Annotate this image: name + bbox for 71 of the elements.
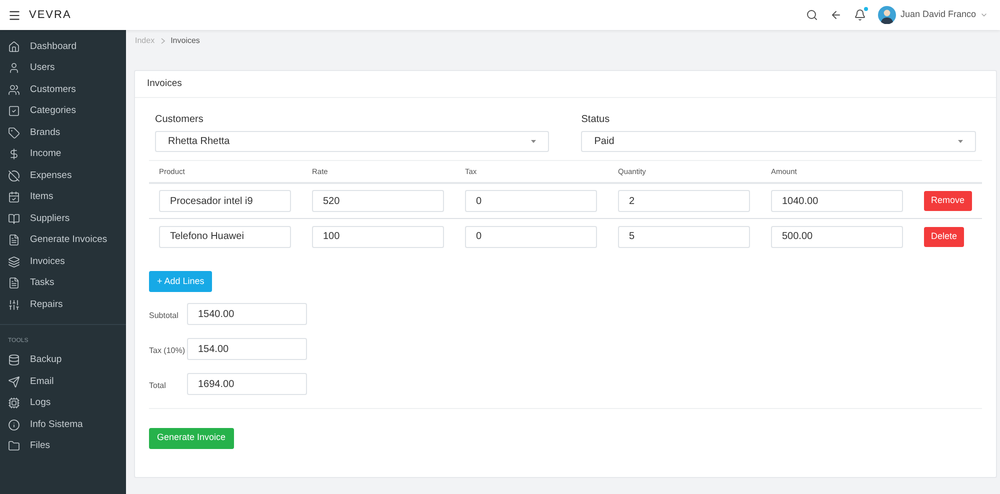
total-label: Subtotal bbox=[149, 310, 180, 322]
sidebar-item[interactable]: Repairs bbox=[0, 294, 126, 316]
sidebar-item[interactable]: Customers bbox=[0, 79, 126, 100]
total-field[interactable]: 154.00 bbox=[187, 338, 307, 360]
sidebar-item[interactable]: Expenses bbox=[0, 165, 126, 186]
back-arrow-icon[interactable] bbox=[830, 9, 842, 21]
users-icon bbox=[8, 84, 20, 96]
chevron-down-icon[interactable] bbox=[980, 11, 988, 19]
field-label: Customers bbox=[155, 113, 204, 127]
input-field[interactable]: 5 bbox=[618, 226, 750, 248]
sidebar-item[interactable]: Generate Invoices bbox=[0, 230, 126, 251]
input-field[interactable]: 0 bbox=[465, 226, 597, 248]
sidebar-item[interactable]: Info Sistema bbox=[0, 414, 126, 436]
caret-icon bbox=[958, 140, 963, 143]
sidebar-item[interactable]: Users bbox=[0, 58, 126, 79]
sidebar-item[interactable]: Categories bbox=[0, 100, 126, 122]
bell-icon[interactable] bbox=[854, 9, 866, 21]
sidebar-item[interactable]: Dashboard bbox=[0, 36, 126, 58]
field-label: Status bbox=[581, 113, 611, 127]
card-title: Invoices bbox=[135, 71, 996, 98]
delete-button[interactable]: Delete bbox=[924, 226, 964, 246]
sidebar-item[interactable]: Income bbox=[0, 144, 126, 165]
search-icon[interactable] bbox=[806, 9, 818, 21]
select-field[interactable]: Rhetta Rhetta bbox=[155, 131, 550, 152]
book-icon bbox=[8, 212, 20, 225]
total-field[interactable]: 1694.00 bbox=[187, 373, 307, 396]
chevron-right-icon bbox=[160, 38, 165, 44]
sidebar-item[interactable]: Invoices bbox=[0, 251, 126, 272]
slashed-circle-icon bbox=[8, 170, 20, 182]
sidebar-item[interactable]: Tasks bbox=[0, 272, 126, 294]
document-icon bbox=[8, 234, 20, 246]
delete-button[interactable]: Remove bbox=[924, 191, 972, 211]
send-icon bbox=[8, 376, 20, 388]
info-icon bbox=[8, 418, 20, 431]
sidebar-item[interactable]: Logs bbox=[0, 392, 126, 414]
sidebar-item[interactable]: Email bbox=[0, 371, 126, 392]
sidebar-item[interactable]: Suppliers bbox=[0, 208, 126, 230]
caret-icon bbox=[531, 140, 536, 143]
sliders-icon bbox=[8, 298, 20, 311]
user-icon bbox=[8, 62, 20, 74]
input-field[interactable]: 2 bbox=[618, 190, 750, 212]
folder-icon bbox=[8, 440, 20, 452]
total-label: Tax (10%) bbox=[149, 345, 184, 358]
sidebar-item[interactable]: Files bbox=[0, 436, 126, 457]
total-field[interactable]: 1540.00 bbox=[187, 303, 307, 326]
select-field[interactable]: Paid bbox=[581, 131, 976, 152]
sidebar-item[interactable]: Brands bbox=[0, 122, 126, 144]
menu-icon[interactable] bbox=[8, 8, 21, 22]
chip-icon bbox=[8, 397, 20, 410]
input-field[interactable]: 1040.00 bbox=[771, 190, 903, 212]
sidebar-item[interactable]: Items bbox=[0, 186, 126, 208]
input-field[interactable]: 520 bbox=[312, 190, 444, 212]
input-field[interactable]: 100 bbox=[312, 226, 444, 248]
calendar-icon bbox=[8, 191, 20, 204]
avatar[interactable] bbox=[878, 6, 896, 24]
checkbox-icon bbox=[8, 105, 20, 118]
user-name[interactable]: Juan David Franco bbox=[900, 8, 976, 22]
sidebar-item[interactable]: Backup bbox=[0, 350, 126, 371]
input-field[interactable]: 0 bbox=[465, 190, 597, 212]
document-icon bbox=[8, 277, 20, 290]
total-label: Total bbox=[149, 380, 167, 392]
database-icon bbox=[8, 354, 20, 366]
home-icon bbox=[8, 40, 20, 53]
input-field[interactable]: 500.00 bbox=[771, 226, 903, 248]
input-field[interactable]: Telefono Huawei bbox=[159, 226, 291, 248]
input-field[interactable]: Procesador intel i9 bbox=[159, 190, 291, 212]
layers-icon bbox=[8, 256, 20, 268]
breadcrumb-link[interactable]: Invoices bbox=[170, 35, 200, 47]
logo: VEVRA bbox=[29, 8, 72, 23]
tag-icon bbox=[8, 126, 20, 139]
dollar-icon bbox=[8, 148, 20, 160]
